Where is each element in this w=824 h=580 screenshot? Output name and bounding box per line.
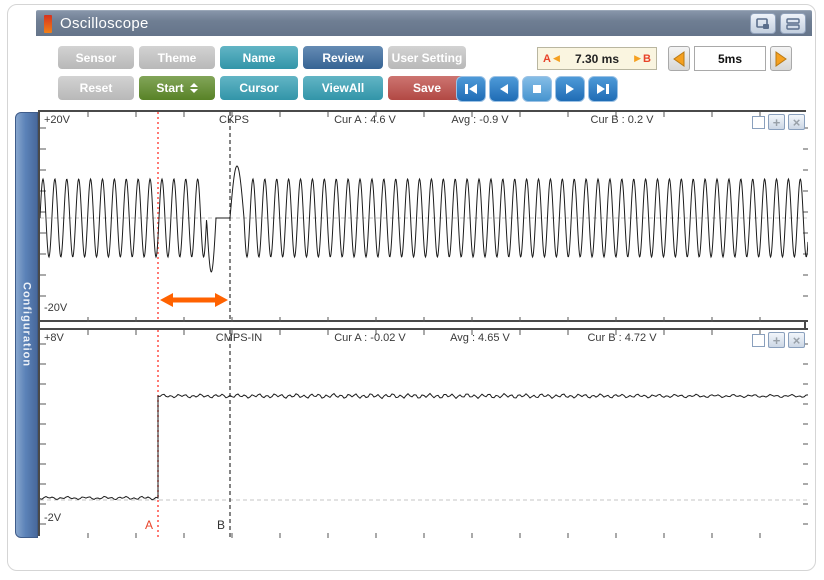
cursor-a-jump[interactable]: A xyxy=(543,53,551,65)
cursor-b-arrow-icon: ▶ xyxy=(634,53,642,63)
cascade-windows-button[interactable] xyxy=(750,13,776,34)
skip-to-end-button[interactable] xyxy=(588,76,618,102)
cmps-avg-readout: Avg : 4.65 V xyxy=(450,332,510,344)
cursor-a-tag[interactable]: A xyxy=(145,518,153,532)
sensor-button[interactable]: Sensor xyxy=(58,46,134,69)
window-title: Oscilloscope xyxy=(60,15,149,32)
cmps-min-label: -2V xyxy=(44,512,62,524)
ckps-min-label: -20V xyxy=(44,302,68,314)
cmps-visibility-checkbox[interactable] xyxy=(752,333,765,347)
viewall-button[interactable]: ViewAll xyxy=(303,76,383,100)
ckps-trace xyxy=(40,165,808,273)
skip-to-end-icon xyxy=(597,84,609,94)
play-button[interactable] xyxy=(555,76,585,102)
left-arrow-icon xyxy=(673,50,685,67)
timebase-increase-button[interactable] xyxy=(770,46,792,71)
save-button[interactable]: Save xyxy=(388,76,466,100)
cascade-windows-icon xyxy=(756,17,769,29)
cursor-a-arrow-icon: ◀ xyxy=(552,53,560,63)
skip-to-start-icon xyxy=(465,84,477,94)
titlebar: Oscilloscope xyxy=(36,10,812,36)
cmps-close-button[interactable]: × xyxy=(788,332,805,348)
ckps-cursor-b-readout: Cur B : 0.2 V xyxy=(590,114,654,126)
play-icon xyxy=(566,84,574,94)
cursor-button[interactable]: Cursor xyxy=(220,76,298,100)
cursor-b-jump[interactable]: B xyxy=(643,53,651,65)
cmps-cursor-b-readout: Cur B : 4.72 V xyxy=(587,332,657,344)
name-button[interactable]: Name xyxy=(220,46,298,69)
start-spinner-icon xyxy=(189,83,198,93)
step-back-icon xyxy=(500,84,508,94)
tile-windows-button[interactable] xyxy=(780,13,806,34)
ckps-visibility-checkbox[interactable] xyxy=(752,115,765,129)
close-icon: × xyxy=(792,114,801,130)
step-back-button[interactable] xyxy=(489,76,519,102)
cursor-span-arrow xyxy=(160,293,228,307)
titlebar-buttons xyxy=(750,13,806,34)
scope-panel: +20V -20V CKPS Cur A : 4.6 V Avg : -0.9 … xyxy=(38,110,808,538)
theme-button[interactable]: Theme xyxy=(139,46,215,69)
user-setting-button[interactable]: User Setting xyxy=(388,46,466,69)
ckps-name-label: CKPS xyxy=(219,114,249,126)
skip-to-start-button[interactable] xyxy=(456,76,486,102)
start-button[interactable]: Start xyxy=(139,76,215,100)
close-icon: × xyxy=(792,332,801,348)
ckps-max-label: +20V xyxy=(44,114,70,126)
cmps-max-label: +8V xyxy=(44,332,64,344)
reset-button[interactable]: Reset xyxy=(58,76,134,100)
cmps-expand-button[interactable]: + xyxy=(768,332,785,348)
app-icon xyxy=(44,15,52,33)
cursor-delta-time: 7.30 ms xyxy=(574,51,620,66)
cmps-waveform-svg xyxy=(40,330,808,538)
cmps-cursor-a-readout: Cur A : -0.02 V xyxy=(334,332,406,344)
ckps-controls: + × xyxy=(752,114,805,130)
channel-ckps-plot[interactable]: +20V -20V CKPS Cur A : 4.6 V Avg : -0.9 … xyxy=(40,112,808,322)
right-arrow-icon xyxy=(775,50,787,67)
channel-cmps-plot[interactable]: +8V -2V CMPS-IN Cur A : -0.02 V Avg : 4.… xyxy=(40,328,808,538)
cmps-controls: + × xyxy=(752,332,805,348)
tile-windows-icon xyxy=(786,17,800,30)
configuration-tab-label: Configuration xyxy=(20,282,33,368)
stop-button[interactable] xyxy=(522,76,552,102)
review-button[interactable]: Review xyxy=(303,46,383,69)
ckps-waveform-svg xyxy=(40,112,808,322)
cursor-b-tag[interactable]: B xyxy=(217,518,225,532)
ckps-close-button[interactable]: × xyxy=(788,114,805,130)
cursor-time-display: A ◀ 7.30 ms ▶ B xyxy=(537,47,657,70)
start-button-label: Start xyxy=(156,81,184,95)
ckps-expand-button[interactable]: + xyxy=(768,114,785,130)
screen: Oscilloscope Sensor Theme Name Review Us… xyxy=(0,0,824,580)
cmps-name-label: CMPS-IN xyxy=(215,332,263,344)
cmps-trace xyxy=(40,392,808,501)
plus-icon: + xyxy=(772,114,781,130)
ckps-cursor-a-readout: Cur A : 4.6 V xyxy=(334,114,396,126)
plus-icon: + xyxy=(772,332,781,348)
timebase-value: 5ms xyxy=(694,46,766,71)
timebase-decrease-button[interactable] xyxy=(668,46,690,71)
configuration-tab[interactable]: Configuration xyxy=(15,112,38,538)
stop-icon xyxy=(533,85,541,93)
ckps-avg-readout: Avg : -0.9 V xyxy=(451,114,509,126)
